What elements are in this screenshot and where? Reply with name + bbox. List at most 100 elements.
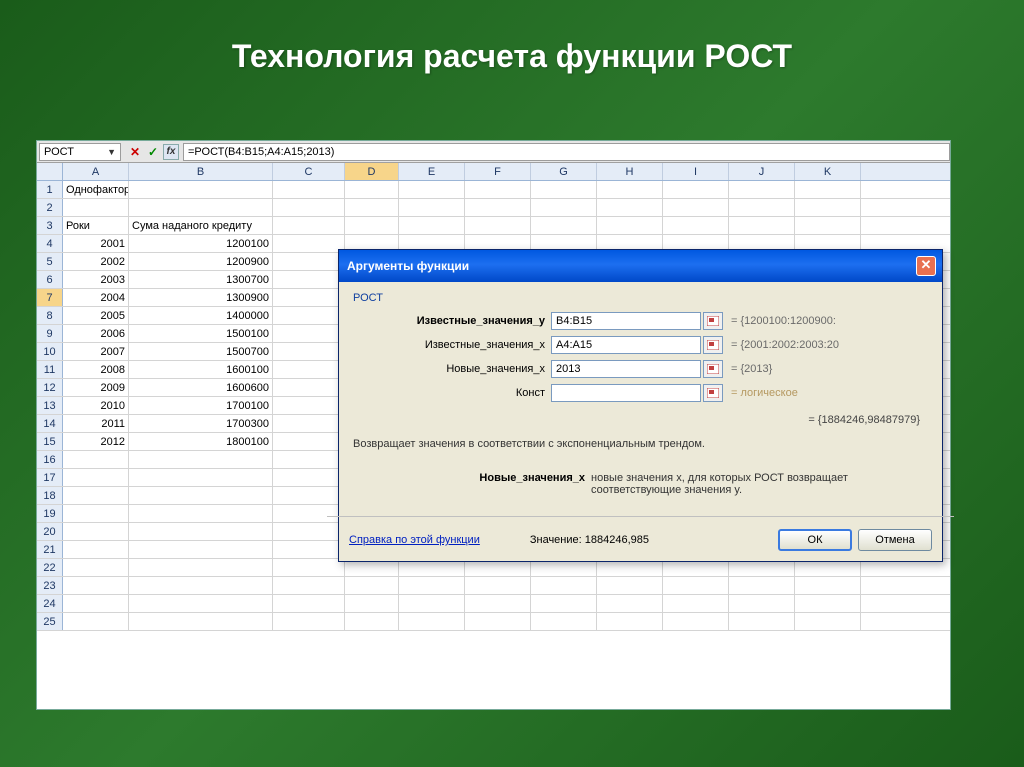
cell-C14[interactable]	[273, 415, 345, 432]
cell-D25[interactable]	[345, 613, 399, 630]
cell-A15[interactable]: 2012	[63, 433, 129, 450]
cell-A3[interactable]: Роки	[63, 217, 129, 234]
cell-F1[interactable]	[465, 181, 531, 198]
cell-G23[interactable]	[531, 577, 597, 594]
range-selector-icon[interactable]	[703, 360, 723, 378]
cell-B2[interactable]	[129, 199, 273, 216]
cell-H2[interactable]	[597, 199, 663, 216]
accept-formula-icon[interactable]: ✓	[145, 144, 161, 160]
cell-D24[interactable]	[345, 595, 399, 612]
cell-D23[interactable]	[345, 577, 399, 594]
row-header-16[interactable]: 16	[37, 451, 63, 468]
cell-H24[interactable]	[597, 595, 663, 612]
insert-function-icon[interactable]: fx	[163, 144, 179, 160]
cell-C7[interactable]	[273, 289, 345, 306]
row-header-18[interactable]: 18	[37, 487, 63, 504]
row-header-25[interactable]: 25	[37, 613, 63, 630]
help-link[interactable]: Справка по этой функции	[349, 534, 480, 546]
cell-B23[interactable]	[129, 577, 273, 594]
cell-C5[interactable]	[273, 253, 345, 270]
row-header-2[interactable]: 2	[37, 199, 63, 216]
cell-F3[interactable]	[465, 217, 531, 234]
cell-B13[interactable]: 1700100	[129, 397, 273, 414]
cell-D3[interactable]	[345, 217, 399, 234]
cell-H23[interactable]	[597, 577, 663, 594]
cell-J24[interactable]	[729, 595, 795, 612]
cell-C23[interactable]	[273, 577, 345, 594]
cell-B22[interactable]	[129, 559, 273, 576]
cell-B25[interactable]	[129, 613, 273, 630]
row-header-23[interactable]: 23	[37, 577, 63, 594]
cell-C16[interactable]	[273, 451, 345, 468]
column-header-G[interactable]: G	[531, 163, 597, 180]
cell-J25[interactable]	[729, 613, 795, 630]
cell-K3[interactable]	[795, 217, 861, 234]
row-header-12[interactable]: 12	[37, 379, 63, 396]
cell-B8[interactable]: 1400000	[129, 307, 273, 324]
cell-C6[interactable]	[273, 271, 345, 288]
cell-H1[interactable]	[597, 181, 663, 198]
cell-B3[interactable]: Сума наданого кредиту	[129, 217, 273, 234]
cell-E2[interactable]	[399, 199, 465, 216]
cell-C2[interactable]	[273, 199, 345, 216]
cell-B17[interactable]	[129, 469, 273, 486]
name-box-dropdown-icon[interactable]: ▼	[107, 147, 116, 157]
cell-J1[interactable]	[729, 181, 795, 198]
column-header-H[interactable]: H	[597, 163, 663, 180]
cell-B20[interactable]	[129, 523, 273, 540]
cell-A24[interactable]	[63, 595, 129, 612]
cell-B19[interactable]	[129, 505, 273, 522]
cell-H25[interactable]	[597, 613, 663, 630]
cell-G1[interactable]	[531, 181, 597, 198]
row-header-8[interactable]: 8	[37, 307, 63, 324]
row-header-15[interactable]: 15	[37, 433, 63, 450]
cell-B9[interactable]: 1500100	[129, 325, 273, 342]
dialog-titlebar[interactable]: Аргументы функции ✕	[339, 250, 942, 282]
cell-K1[interactable]	[795, 181, 861, 198]
cell-A9[interactable]: 2006	[63, 325, 129, 342]
column-header-F[interactable]: F	[465, 163, 531, 180]
cell-C8[interactable]	[273, 307, 345, 324]
cell-B16[interactable]	[129, 451, 273, 468]
cell-A8[interactable]: 2005	[63, 307, 129, 324]
cell-A16[interactable]	[63, 451, 129, 468]
cell-I3[interactable]	[663, 217, 729, 234]
cell-C25[interactable]	[273, 613, 345, 630]
cell-G2[interactable]	[531, 199, 597, 216]
cancel-button[interactable]: Отмена	[858, 529, 932, 551]
cell-B11[interactable]: 1600100	[129, 361, 273, 378]
cell-B5[interactable]: 1200900	[129, 253, 273, 270]
row-header-14[interactable]: 14	[37, 415, 63, 432]
row-header-11[interactable]: 11	[37, 361, 63, 378]
cell-A18[interactable]	[63, 487, 129, 504]
cell-B10[interactable]: 1500700	[129, 343, 273, 360]
column-header-K[interactable]: K	[795, 163, 861, 180]
cell-B18[interactable]	[129, 487, 273, 504]
cell-E24[interactable]	[399, 595, 465, 612]
cell-I24[interactable]	[663, 595, 729, 612]
cell-C22[interactable]	[273, 559, 345, 576]
select-all-corner[interactable]	[37, 163, 63, 180]
row-header-19[interactable]: 19	[37, 505, 63, 522]
cell-B7[interactable]: 1300900	[129, 289, 273, 306]
cell-A6[interactable]: 2003	[63, 271, 129, 288]
cell-F25[interactable]	[465, 613, 531, 630]
cell-B14[interactable]: 1700300	[129, 415, 273, 432]
row-header-13[interactable]: 13	[37, 397, 63, 414]
cell-A7[interactable]: 2004	[63, 289, 129, 306]
row-header-7[interactable]: 7	[37, 289, 63, 306]
cell-C1[interactable]	[273, 181, 345, 198]
column-header-J[interactable]: J	[729, 163, 795, 180]
cell-C13[interactable]	[273, 397, 345, 414]
argument-input-1[interactable]	[551, 336, 701, 354]
cell-A1[interactable]: Однофакторная модель	[63, 181, 129, 198]
cell-K24[interactable]	[795, 595, 861, 612]
row-header-20[interactable]: 20	[37, 523, 63, 540]
cell-A14[interactable]: 2011	[63, 415, 129, 432]
cell-C9[interactable]	[273, 325, 345, 342]
row-header-22[interactable]: 22	[37, 559, 63, 576]
range-selector-icon[interactable]	[703, 336, 723, 354]
cell-C15[interactable]	[273, 433, 345, 450]
cell-C19[interactable]	[273, 505, 345, 522]
row-header-24[interactable]: 24	[37, 595, 63, 612]
